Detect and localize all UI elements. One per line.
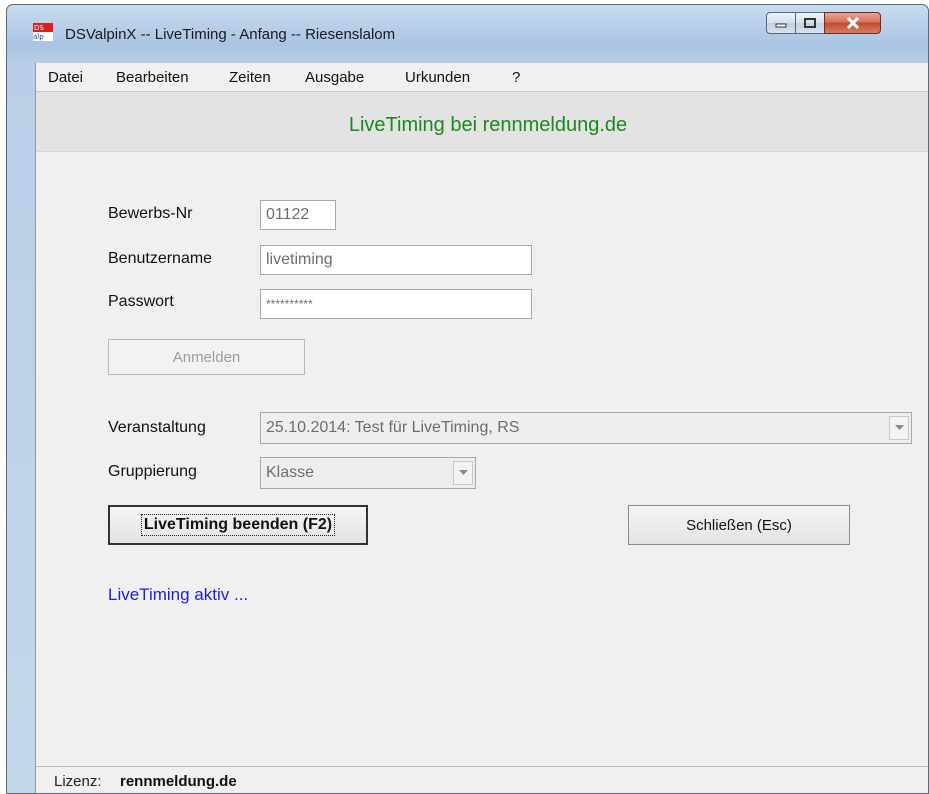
maximize-button[interactable] — [795, 12, 825, 34]
menu-help[interactable]: ? — [512, 69, 520, 86]
svg-text:alp: alp — [33, 33, 44, 41]
menu-bearbeiten[interactable]: Bearbeiten — [116, 69, 189, 86]
menu-bar: Datei Bearbeiten Zeiten Ausgabe Urkunden… — [36, 63, 928, 92]
schliessen-button[interactable]: Schließen (Esc) — [628, 505, 850, 545]
menu-zeiten[interactable]: Zeiten — [229, 69, 271, 86]
gruppierung-value: Klasse — [266, 464, 315, 481]
ds-valpin-app-icon: DS alp — [33, 23, 53, 41]
client-area: Datei Bearbeiten Zeiten Ausgabe Urkunden… — [35, 63, 928, 793]
veranstaltung-value: 25.10.2014: Test für LiveTiming, RS — [266, 419, 520, 436]
maximize-icon — [804, 18, 816, 28]
livetiming-status: LiveTiming aktiv ... — [108, 585, 249, 604]
window-title: DSValpinX -- LiveTiming - Anfang -- Ries… — [65, 26, 396, 43]
license-value: rennmeldung.de — [120, 773, 237, 790]
gruppierung-label: Gruppierung — [108, 463, 197, 480]
benutzername-label: Benutzername — [108, 250, 213, 267]
veranstaltung-label: Veranstaltung — [108, 419, 206, 436]
gruppierung-select[interactable]: Klasse — [260, 457, 476, 489]
chevron-down-icon[interactable] — [889, 416, 909, 440]
license-label: Lizenz: — [54, 773, 102, 790]
menu-datei[interactable]: Datei — [48, 69, 83, 86]
minimize-icon — [775, 23, 787, 28]
svg-text:DS: DS — [34, 24, 44, 32]
bewerbs-nr-field[interactable]: 01122 — [260, 200, 336, 230]
banner-title: LiveTiming bei rennmeldung.de — [348, 114, 628, 136]
close-icon — [846, 17, 859, 29]
menu-urkunden[interactable]: Urkunden — [405, 69, 470, 86]
veranstaltung-select[interactable]: 25.10.2014: Test für LiveTiming, RS — [260, 412, 912, 444]
livetiming-beenden-button[interactable]: LiveTiming beenden (F2) — [108, 505, 368, 545]
bewerbs-nr-label: Bewerbs-Nr — [108, 205, 193, 222]
benutzername-field[interactable]: livetiming — [260, 245, 532, 275]
close-button[interactable] — [824, 12, 881, 34]
anmelden-button[interactable]: Anmelden — [108, 339, 305, 375]
app-window: DS alp DSValpinX -- LiveTiming - Anfang … — [6, 4, 929, 794]
status-bar: Lizenz: rennmeldung.de — [36, 766, 928, 793]
banner: LiveTiming bei rennmeldung.de — [36, 92, 928, 152]
chevron-down-icon[interactable] — [453, 461, 473, 485]
minimize-button[interactable] — [766, 12, 796, 34]
livetiming-beenden-label: LiveTiming beenden (F2) — [140, 514, 336, 536]
menu-ausgabe[interactable]: Ausgabe — [305, 69, 364, 86]
passwort-field[interactable]: ********** — [260, 289, 532, 319]
passwort-label: Passwort — [108, 293, 174, 310]
title-bar[interactable]: DS alp DSValpinX -- LiveTiming - Anfang … — [7, 5, 928, 65]
